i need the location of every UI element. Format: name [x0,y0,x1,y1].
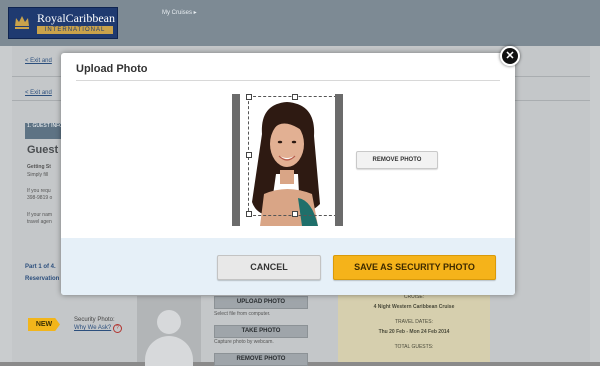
brand-name: RoyalCaribbean [37,11,115,25]
royal-caribbean-logo[interactable]: RoyalCaribbean INTERNATIONAL [8,7,118,39]
nav-my-cruises[interactable]: My Cruises ▸ [162,9,197,16]
select-file-text: Select file from computer. [214,311,271,317]
close-icon[interactable]: ✕ [500,46,520,66]
exit-link[interactable]: < Exit and [25,58,52,64]
cancel-button[interactable]: CANCEL [217,255,321,280]
cruise-name: 4 Night Western Caribbean Cruise [373,304,455,310]
security-photo-label: Security Photo: Why We Ask? ? [74,316,122,333]
guest-heading: Guest [27,144,59,156]
save-as-security-photo-button[interactable]: SAVE AS SECURITY PHOTO [333,255,496,280]
photo-placeholder [137,296,201,366]
help-icon[interactable]: ? [112,324,122,333]
brand-subtitle: INTERNATIONAL [37,26,113,34]
crop-handle-left[interactable] [246,152,252,158]
travel-agent-text: travel agen [27,219,52,225]
capture-webcam-text: Capture photo by webcam. [214,339,274,345]
modal-footer: CANCEL SAVE AS SECURITY PHOTO [61,238,515,295]
cruise-summary: CRUISE: 4 Night Western Caribbean Cruise… [338,290,490,362]
crop-selection[interactable] [248,96,335,216]
new-badge: NEW [28,318,60,331]
part-indicator: Part 1 of 4. [25,264,56,270]
take-photo-button[interactable]: TAKE PHOTO [214,325,308,338]
step-tab-guest-info[interactable]: 1. GUEST INFO [25,123,65,139]
modal-divider [76,80,500,81]
if-you-require-text: If you requ [27,188,51,194]
crop-handle-top-left[interactable] [246,94,252,100]
getting-started-text: Getting St [27,164,51,170]
if-your-name-text: If your nam [27,212,53,218]
remove-photo-button[interactable]: REMOVE PHOTO [356,151,438,169]
crop-handle-bottom-left[interactable] [246,211,252,217]
upload-photo-button[interactable]: UPLOAD PHOTO [214,296,308,309]
crown-anchor-icon [15,16,29,29]
upload-photo-modal: Upload Photo REMOVE PHOTO CANCEL SAVE AS… [61,53,515,295]
phone-text: 398-9819 o [27,195,53,201]
why-we-ask-link[interactable]: Why We Ask? [74,325,111,331]
travel-dates: Thu 20 Feb - Mon 24 Feb 2014 [378,329,450,335]
crop-handle-top[interactable] [292,94,298,100]
exit-link-secondary[interactable]: < Exit and [25,90,52,96]
crop-handle-bottom[interactable] [292,211,298,217]
modal-title: Upload Photo [76,63,148,75]
total-guests-label: TOTAL GUESTS: [394,344,434,350]
photo-crop-frame [232,94,343,226]
avatar-head-icon [157,310,181,334]
remove-photo-button-bg[interactable]: REMOVE PHOTO [214,353,308,366]
security-photo-text: Security Photo: [74,317,115,323]
reservation-label: Reservation [25,276,60,282]
simply-fill-text: Simply fill [27,172,49,178]
top-bar: RoyalCaribbean INTERNATIONAL My Cruises … [0,0,600,46]
uploaded-photo [240,94,335,226]
travel-dates-label: TRAVEL DATES: [395,319,433,325]
